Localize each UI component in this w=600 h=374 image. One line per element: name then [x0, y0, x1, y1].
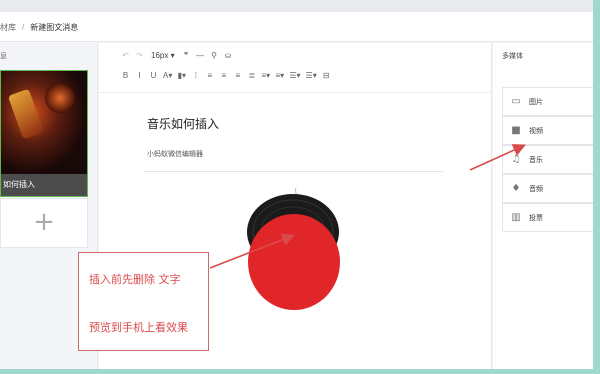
horizontal-rule-icon[interactable]: — — [196, 51, 205, 60]
annotation-line-1: 插入前先删除 文字 — [89, 273, 181, 286]
red-circle — [248, 214, 340, 310]
thumbnail-glow — [45, 83, 75, 113]
media-item-video[interactable]: ■ 视频 — [502, 116, 593, 145]
background-color-icon[interactable]: ▮▾ — [177, 71, 186, 80]
undo-icon[interactable]: ↶ — [121, 51, 130, 60]
toolbar-row-2: B I U A▾ ▮▾ ⁞ ≡ ≡ ≡ ≣ ≡▾ ≡▾ ☰▾ ☰▾ ⊟ — [121, 71, 331, 80]
annotation-line-2: 预览到手机上看效果 — [89, 321, 188, 334]
table-icon[interactable]: ⊟ — [322, 71, 331, 80]
align-center-icon[interactable]: ≡ — [219, 71, 228, 80]
italic-icon[interactable]: I — [135, 71, 144, 80]
toolbar-row-1: ↶ ↷ 16px ▾ ❞ — ⚲ ⛀ — [121, 51, 233, 60]
breadcrumb-current: 新建图文消息 — [30, 23, 79, 32]
thumbnail-figure — [7, 88, 45, 140]
indent-icon[interactable]: ⁞ — [191, 71, 200, 80]
redo-icon[interactable]: ↷ — [135, 51, 144, 60]
media-panel: 多媒体 ▭ 图片 ■ 视频 ♫ 音乐 ♦ 音频 ▥ 投票 — [493, 43, 593, 369]
top-bar — [0, 0, 593, 12]
title-divider — [143, 171, 443, 172]
editor-app: 材库 / 新建图文消息 息 如何插入 + ↶ ↷ 16px ▾ ❞ — ⚲ ⛀ B I U A▾ ▮▾ ⁞… — [0, 0, 593, 369]
link-icon[interactable]: ⚲ — [210, 51, 219, 60]
article-card-title: 如何插入 — [1, 174, 87, 196]
editor-toolbar: ↶ ↷ 16px ▾ ❞ — ⚲ ⛀ B I U A▾ ▮▾ ⁞ ≡ ≡ ≡ ≣ ≡▾ ≡▾ ☰▾ ☰▾ ⊟ — [99, 43, 492, 93]
media-item-label: 视频 — [529, 126, 543, 135]
breadcrumb-library-link[interactable]: 材库 — [0, 22, 16, 33]
article-card[interactable]: 如何插入 — [0, 70, 88, 197]
justify-icon[interactable]: ≣ — [247, 71, 256, 80]
bold-icon[interactable]: B — [121, 71, 130, 80]
media-item-label: 音乐 — [529, 155, 543, 164]
article-thumbnail — [1, 71, 87, 174]
font-color-icon[interactable]: A▾ — [163, 71, 172, 80]
media-item-music[interactable]: ♫ 音乐 — [502, 145, 593, 174]
article-author[interactable]: 小蚂蚁微信编辑器 — [147, 149, 203, 159]
annotation-box: 插入前先删除 文字 预览到手机上看效果 — [78, 252, 209, 351]
format-brush-icon[interactable]: ⛀ — [224, 51, 233, 60]
breadcrumb-separator: / — [22, 23, 25, 32]
ordered-list-icon[interactable]: ☰▾ — [289, 71, 300, 80]
add-article-button[interactable]: + — [0, 198, 88, 248]
music-icon: ♫ — [511, 154, 521, 165]
media-item-label: 图片 — [529, 97, 543, 106]
quote-icon[interactable]: ❞ — [182, 51, 191, 60]
article-list-header: 息 — [0, 52, 7, 60]
paragraph-spacing-icon[interactable]: ≡▾ — [275, 71, 285, 80]
microphone-icon: ♦ — [511, 183, 521, 194]
font-size-select[interactable]: 16px ▾ — [149, 51, 177, 60]
vote-icon: ▥ — [511, 212, 521, 223]
align-right-icon[interactable]: ≡ — [233, 71, 242, 80]
video-icon: ■ — [511, 125, 521, 136]
align-left-icon[interactable]: ≡ — [205, 71, 214, 80]
media-item-label: 音频 — [529, 184, 543, 193]
media-item-image[interactable]: ▭ 图片 — [502, 87, 593, 116]
media-panel-header: 多媒体 — [502, 52, 523, 60]
media-item-vote[interactable]: ▥ 投票 — [502, 203, 593, 232]
breadcrumb: 材库 / 新建图文消息 — [0, 12, 593, 42]
image-icon: ▭ — [511, 96, 521, 107]
unordered-list-icon[interactable]: ☰▾ — [306, 71, 317, 80]
line-height-icon[interactable]: ≡▾ — [261, 71, 271, 80]
media-item-microphone[interactable]: ♦ 音频 — [502, 174, 593, 203]
underline-icon[interactable]: U — [149, 71, 158, 80]
music-disc-graphic — [247, 187, 340, 310]
media-item-label: 投票 — [529, 213, 543, 222]
article-title[interactable]: 音乐如何插入 — [147, 115, 219, 132]
